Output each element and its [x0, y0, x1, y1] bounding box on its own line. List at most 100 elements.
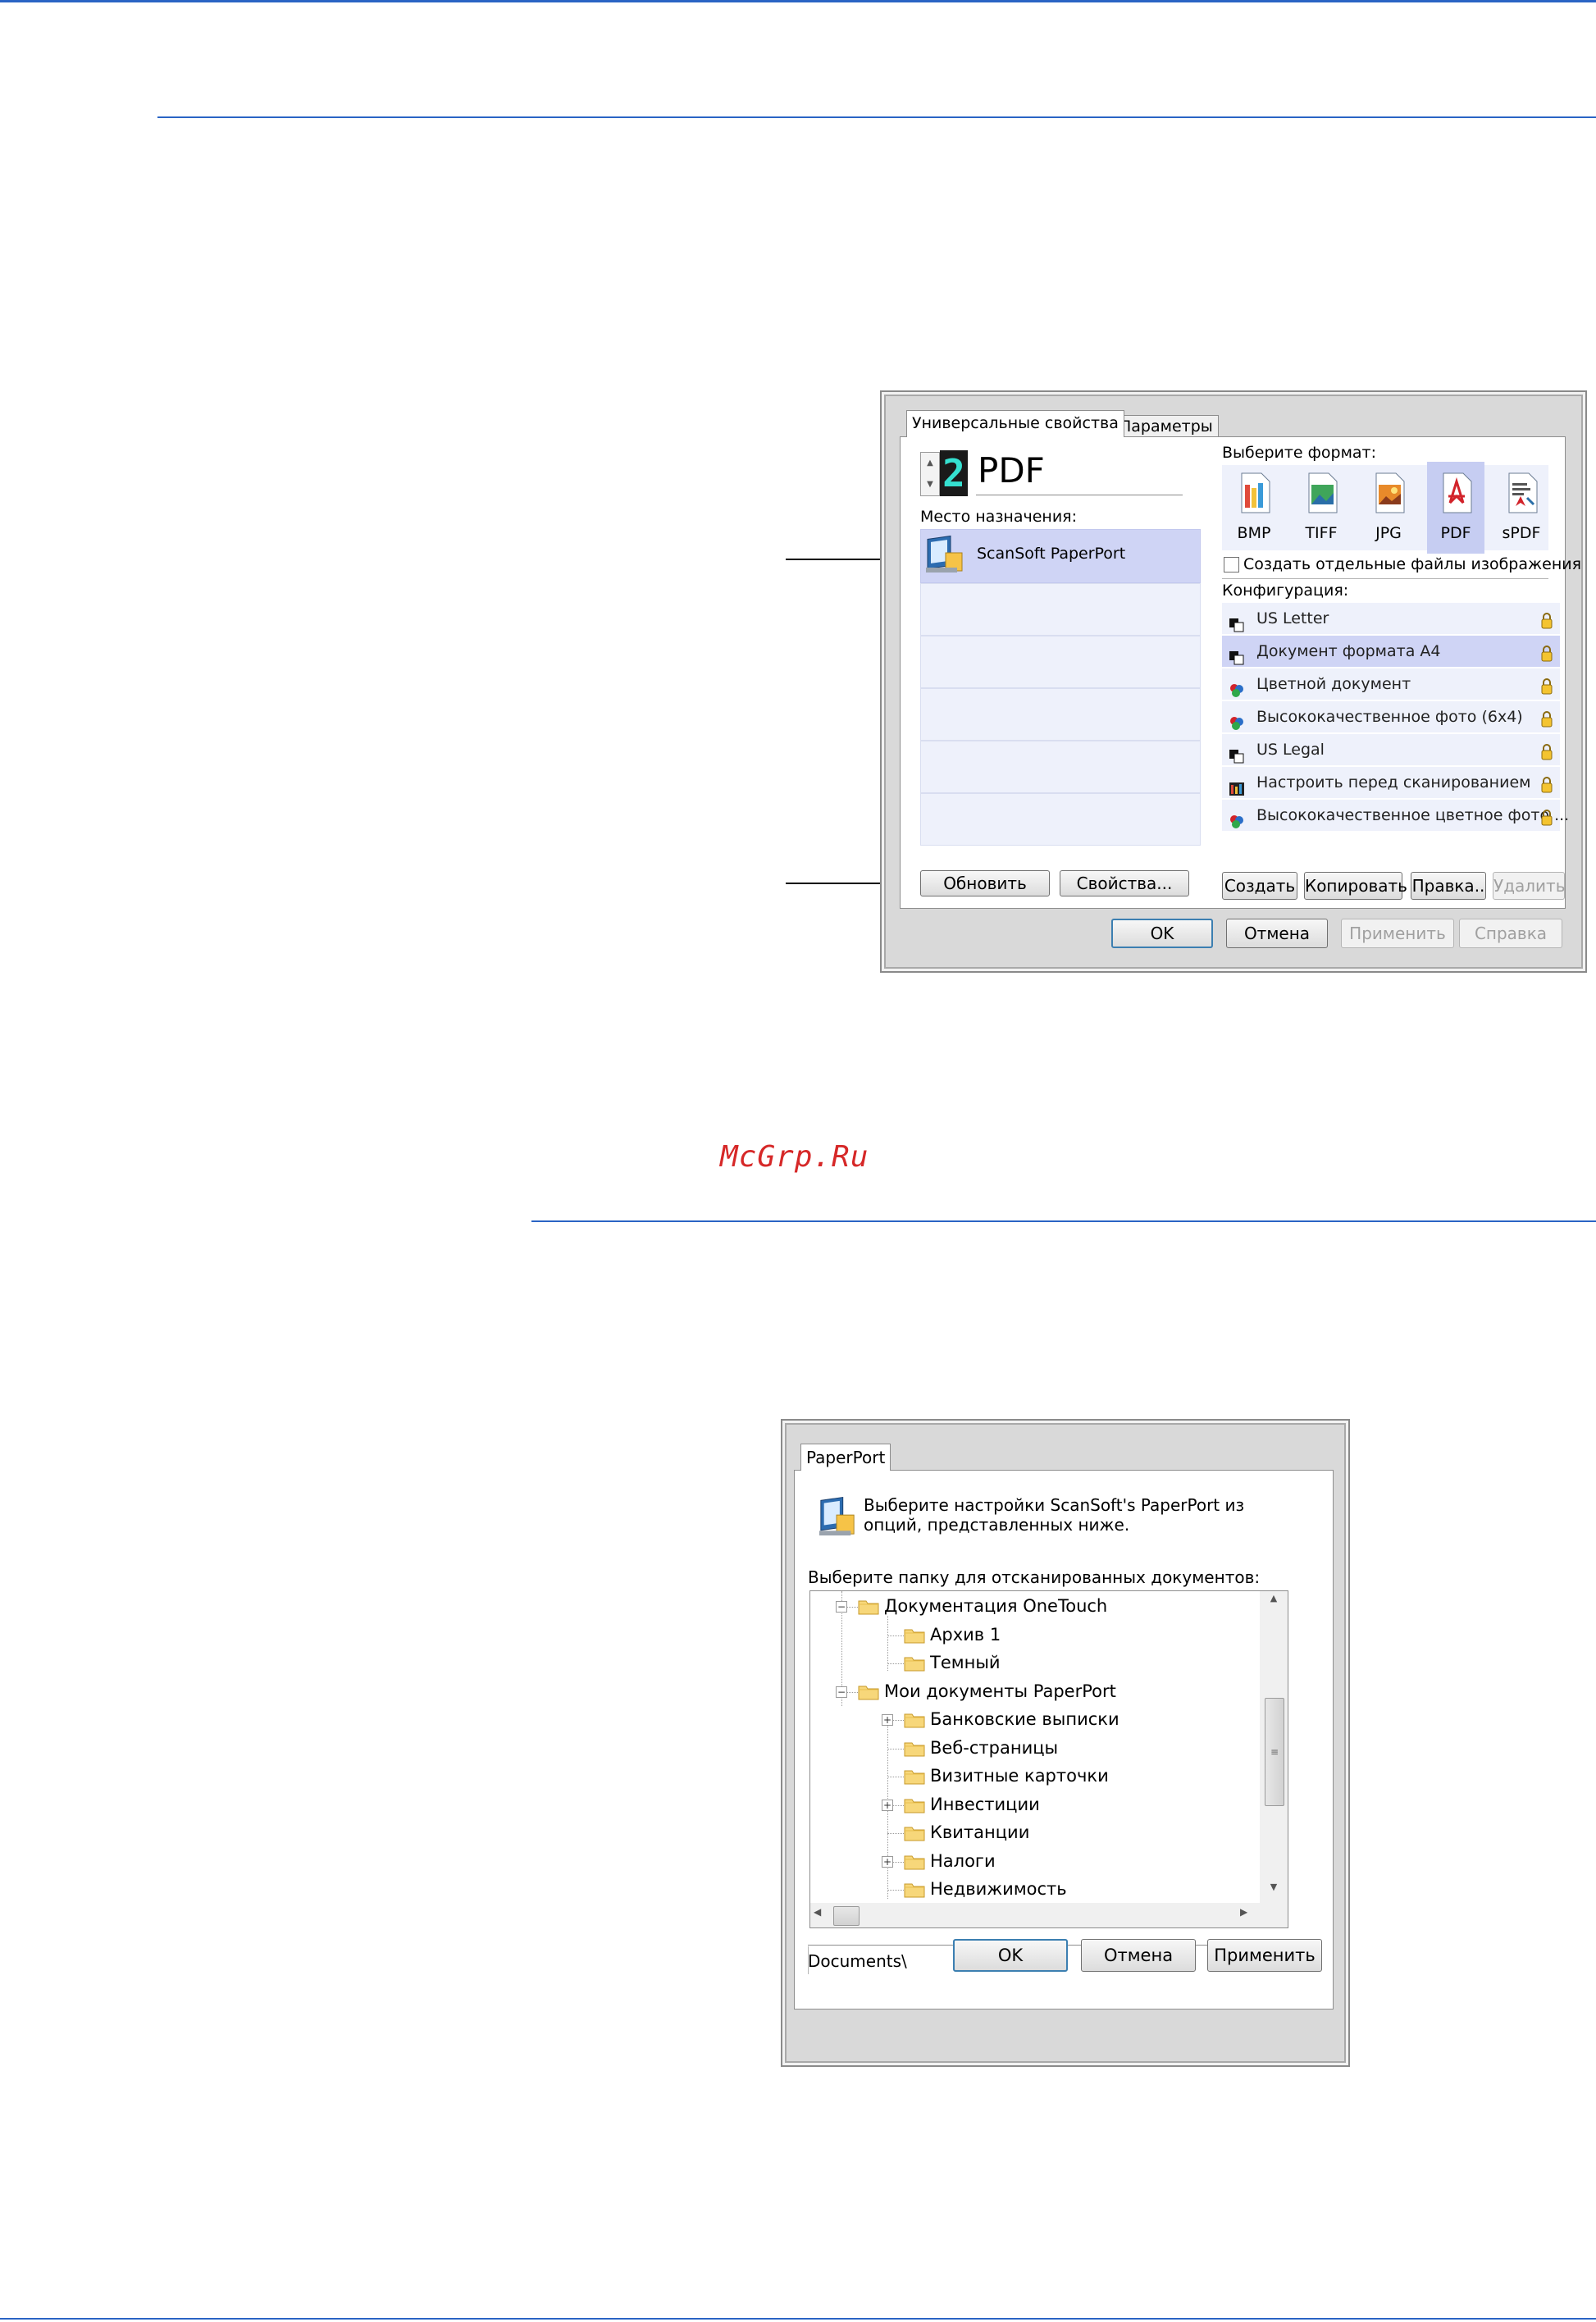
tab-parameters[interactable]: Параметры — [1114, 415, 1219, 437]
tree-item[interactable]: Веб-страницы — [930, 1736, 1058, 1760]
tree-item[interactable]: Документация OneTouch — [884, 1594, 1107, 1618]
scroll-right-icon[interactable]: ▶ — [1240, 1906, 1247, 1918]
format-pdf[interactable]: PDF — [1427, 462, 1484, 554]
bw-doc-icon — [1229, 645, 1245, 665]
config-item-label: US Letter — [1256, 609, 1329, 627]
tree-item[interactable]: Инвестиции — [930, 1792, 1040, 1817]
apply-button[interactable]: Применить — [1341, 919, 1454, 948]
separate-files-label: Создать отдельные файлы изображения — [1243, 555, 1582, 573]
folder-icon — [904, 1882, 925, 1898]
config-item[interactable]: Документ формата A4 — [1222, 636, 1560, 668]
scan-settings-dialog: Универсальные свойства Параметры ▲ ▼ 2 P… — [880, 390, 1587, 973]
section-rule-1 — [157, 116, 1596, 118]
tab-universal-properties[interactable]: Универсальные свойства — [906, 410, 1124, 437]
properties-button[interactable]: Свойства... — [1060, 870, 1189, 896]
horizontal-scrollbar[interactable]: ◀ ▶ — [810, 1903, 1288, 1927]
stepper-down-icon[interactable]: ▼ — [921, 474, 939, 495]
config-item[interactable]: Высококачественное цветное фото ... — [1222, 800, 1569, 832]
tree-connector — [887, 1663, 904, 1664]
folder-icon — [904, 1854, 925, 1870]
scroll-up-icon[interactable]: ▲ — [1260, 1593, 1288, 1613]
create-button[interactable]: Создать — [1222, 872, 1297, 900]
destination-label: Место назначения: — [920, 508, 1078, 526]
config-item-label: US Legal — [1256, 741, 1325, 759]
folder-icon — [904, 1740, 925, 1757]
tree-item[interactable]: Банковские выписки — [930, 1707, 1119, 1731]
bmp-file-icon — [1241, 472, 1270, 513]
folder-icon — [904, 1655, 925, 1672]
destination-empty-row — [920, 688, 1201, 741]
folder-tree[interactable]: − Документация OneTouch Архив 1 Темный − Мои … — [809, 1590, 1288, 1928]
config-item[interactable]: US Legal — [1222, 734, 1560, 766]
config-list[interactable]: US Letter Документ формата A4 Цветной доку… — [1222, 603, 1569, 833]
format-title: PDF — [978, 450, 1045, 490]
config-item[interactable]: Настроить перед сканированием — [1222, 767, 1560, 799]
ok-button[interactable]: OK — [953, 1939, 1068, 1972]
lock-icon — [1540, 773, 1553, 793]
format-tiff[interactable]: TIFF — [1293, 465, 1350, 550]
folder-icon — [904, 1768, 925, 1785]
pdf-file-icon — [1443, 472, 1472, 513]
help-button[interactable]: Справка — [1459, 919, 1562, 948]
tree-item[interactable]: Недвижимость — [930, 1877, 1067, 1901]
tree-item[interactable]: Квитанции — [930, 1820, 1029, 1845]
scroll-down-icon[interactable]: ▼ — [1260, 1882, 1288, 1901]
scroll-h-thumb[interactable] — [833, 1906, 860, 1926]
color-doc-icon — [1229, 677, 1245, 697]
copy-button[interactable]: Копировать — [1304, 872, 1407, 900]
color-doc-icon — [1229, 710, 1245, 730]
configure-icon — [1229, 776, 1245, 796]
lock-icon — [1540, 642, 1553, 662]
config-item-label: Документ формата A4 — [1256, 642, 1441, 660]
configuration-stepper[interactable]: ▲ ▼ — [920, 452, 940, 496]
config-item-label: Высококачественное фото (6x4) — [1256, 708, 1523, 726]
scroll-thumb[interactable]: ≡ — [1265, 1698, 1284, 1806]
destination-item-selected[interactable]: ScanSoft PaperPort — [920, 529, 1201, 583]
refresh-button[interactable]: Обновить — [920, 870, 1050, 896]
destination-item-label: ScanSoft PaperPort — [977, 545, 1126, 563]
jpg-file-icon — [1375, 472, 1405, 513]
lock-icon — [1540, 609, 1553, 629]
destination-empty-row — [920, 583, 1201, 636]
paperport-app-icon — [819, 1496, 855, 1536]
delete-button[interactable]: Удалить — [1493, 872, 1566, 900]
format-spdf[interactable]: sPDF — [1493, 465, 1550, 550]
cancel-button[interactable]: Отмена — [1226, 919, 1328, 948]
expand-icon[interactable]: + — [882, 1714, 893, 1726]
destination-empty-row — [920, 636, 1201, 688]
expand-icon[interactable]: + — [882, 1799, 893, 1811]
edit-button[interactable]: Правка.. — [1411, 872, 1486, 900]
folder-icon — [904, 1797, 925, 1813]
collapse-icon[interactable]: − — [836, 1601, 847, 1613]
tree-item[interactable]: Архив 1 — [930, 1622, 1001, 1647]
apply-button[interactable]: Применить — [1207, 1939, 1322, 1972]
format-jpg[interactable]: JPG — [1360, 465, 1417, 550]
tab-paperport[interactable]: PaperPort — [800, 1444, 891, 1471]
destination-list[interactable]: ScanSoft PaperPort — [920, 529, 1201, 849]
folder-icon — [904, 1627, 925, 1644]
format-bmp[interactable]: BMP — [1225, 465, 1283, 550]
collapse-icon[interactable]: − — [836, 1686, 847, 1698]
tree-item[interactable]: Мои документы PaperPort — [884, 1679, 1116, 1704]
ok-button[interactable]: OK — [1111, 919, 1213, 948]
folder-icon — [858, 1684, 879, 1700]
cancel-button[interactable]: Отмена — [1081, 1939, 1196, 1972]
path-field[interactable]: Documents\ — [808, 1951, 907, 1971]
expand-icon[interactable]: + — [882, 1855, 893, 1868]
folder-label: Выберите папку для отсканированных докум… — [808, 1567, 1261, 1587]
intro-text-line-2: опций, представленных ниже. — [864, 1515, 1130, 1535]
config-item[interactable]: Цветной документ — [1222, 668, 1560, 700]
tree-item[interactable]: Визитные карточки — [930, 1763, 1109, 1788]
config-item[interactable]: US Letter — [1222, 603, 1560, 635]
bw-doc-icon — [1229, 743, 1245, 764]
scroll-left-icon[interactable]: ◀ — [814, 1906, 821, 1918]
separate-files-checkbox[interactable] — [1224, 557, 1239, 573]
config-item-label: Настроить перед сканированием — [1256, 773, 1531, 791]
tree-item[interactable]: Налоги — [930, 1849, 996, 1873]
stepper-up-icon[interactable]: ▲ — [921, 453, 939, 474]
tree-item[interactable]: Темный — [930, 1650, 1001, 1675]
select-format-label: Выберите формат: — [1222, 444, 1377, 462]
vertical-scrollbar[interactable]: ▲ ≡ ▼ — [1260, 1591, 1288, 1903]
spdf-file-icon — [1508, 472, 1538, 513]
config-item[interactable]: Высококачественное фото (6x4) — [1222, 701, 1560, 733]
